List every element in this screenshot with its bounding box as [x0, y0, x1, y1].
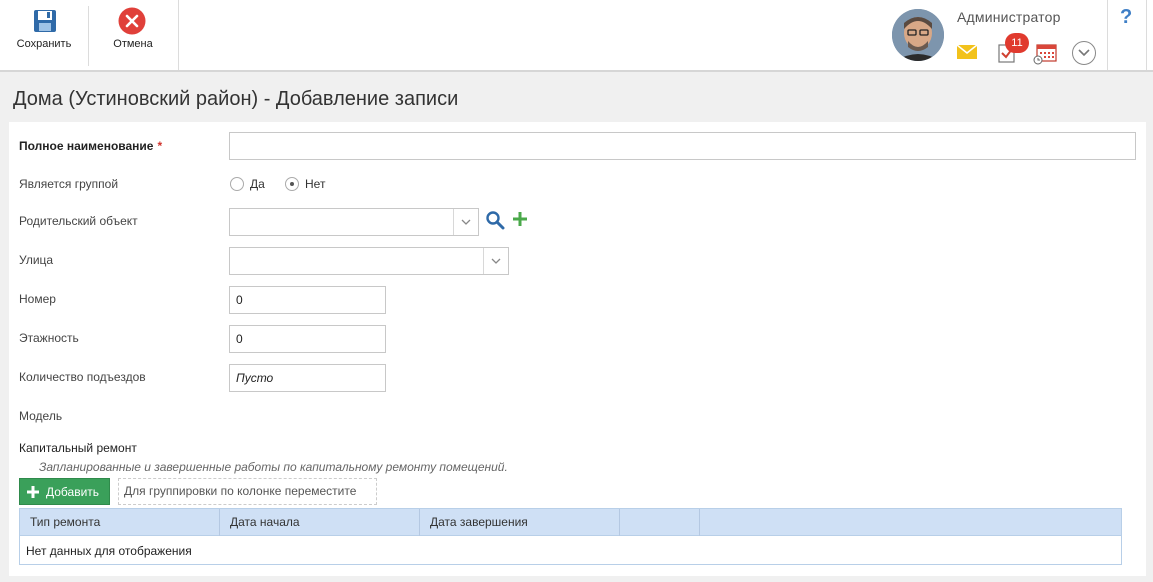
- street-label: Улица: [19, 253, 54, 267]
- number-label: Номер: [19, 292, 56, 306]
- parent-object-label: Родительский объект: [19, 214, 138, 228]
- calendar-icon[interactable]: [1033, 43, 1057, 65]
- column-start-date[interactable]: Дата начала: [220, 509, 420, 536]
- group-by-drop-zone[interactable]: Для группировки по колонке переместите: [118, 478, 377, 505]
- help-button[interactable]: ?: [1107, 0, 1147, 70]
- radio-yes-label: Да: [250, 177, 265, 191]
- radio-yes-circle: [230, 177, 244, 191]
- cancel-button[interactable]: Отмена: [89, 0, 177, 70]
- grid-empty-message: Нет данных для отображения: [26, 544, 192, 558]
- page-title: Дома (Устиновский район) - Добавление за…: [13, 88, 459, 110]
- top-toolbar: Сохранить Отмена Администратор 11 ?: [0, 0, 1153, 72]
- save-button[interactable]: Сохранить: [0, 0, 88, 70]
- grid-header: Тип ремонта Дата начала Дата завершения: [20, 509, 1121, 536]
- entrances-input[interactable]: [229, 364, 386, 392]
- radio-no-label: Нет: [305, 177, 326, 191]
- dropdown-arrow[interactable]: [483, 248, 508, 274]
- search-icon[interactable]: [485, 210, 505, 230]
- radio-no-circle: [285, 177, 299, 191]
- save-button-label: Сохранить: [16, 38, 72, 50]
- floors-input[interactable]: [229, 325, 386, 353]
- close-circle-icon: [118, 7, 146, 35]
- number-input[interactable]: [229, 286, 386, 314]
- repairs-section-description: Запланированные и завершенные работы по …: [39, 460, 508, 474]
- radio-no[interactable]: Нет: [285, 177, 325, 191]
- user-portrait-icon: [892, 9, 944, 61]
- radio-yes[interactable]: Да: [230, 177, 265, 191]
- user-menu-button[interactable]: [1072, 41, 1096, 65]
- avatar[interactable]: [892, 9, 944, 61]
- add-repair-button-label: Добавить: [46, 484, 100, 499]
- parent-object-select[interactable]: [229, 208, 479, 236]
- form-panel: Полное наименование * Является группой Да…: [9, 122, 1146, 576]
- is-group-label: Является группой: [19, 177, 119, 191]
- required-mark: *: [157, 139, 163, 153]
- repairs-section-title: Капитальный ремонт: [19, 441, 137, 455]
- toolbar-divider: [178, 0, 179, 70]
- chevron-down-icon: [461, 219, 471, 225]
- street-select[interactable]: [229, 247, 509, 275]
- floors-label: Этажность: [19, 331, 79, 345]
- model-label: Модель: [19, 409, 63, 423]
- mail-icon[interactable]: [957, 45, 977, 59]
- repairs-grid: Тип ремонта Дата начала Дата завершения …: [19, 508, 1122, 565]
- floppy-disk-icon: [34, 10, 56, 32]
- full-name-input[interactable]: [229, 132, 1136, 160]
- chevron-down-icon: [491, 258, 501, 264]
- plus-icon: [27, 485, 39, 498]
- column-end-date[interactable]: Дата завершения: [420, 509, 620, 536]
- add-icon[interactable]: [511, 210, 529, 228]
- chevron-down-icon: [1078, 49, 1090, 57]
- full-name-label-text: Полное наименование: [19, 139, 154, 153]
- column-repair-type[interactable]: Тип ремонта: [20, 509, 220, 536]
- entrances-label: Количество подъездов: [19, 370, 146, 384]
- add-repair-button[interactable]: Добавить: [19, 478, 110, 505]
- dropdown-arrow[interactable]: [453, 209, 478, 235]
- user-name[interactable]: Администратор: [957, 9, 1061, 25]
- column-actions[interactable]: [620, 509, 700, 536]
- notification-badge: 11: [1005, 33, 1029, 53]
- full-name-label: Полное наименование *: [19, 139, 162, 153]
- help-icon: ?: [1120, 6, 1133, 28]
- cancel-button-label: Отмена: [113, 38, 153, 50]
